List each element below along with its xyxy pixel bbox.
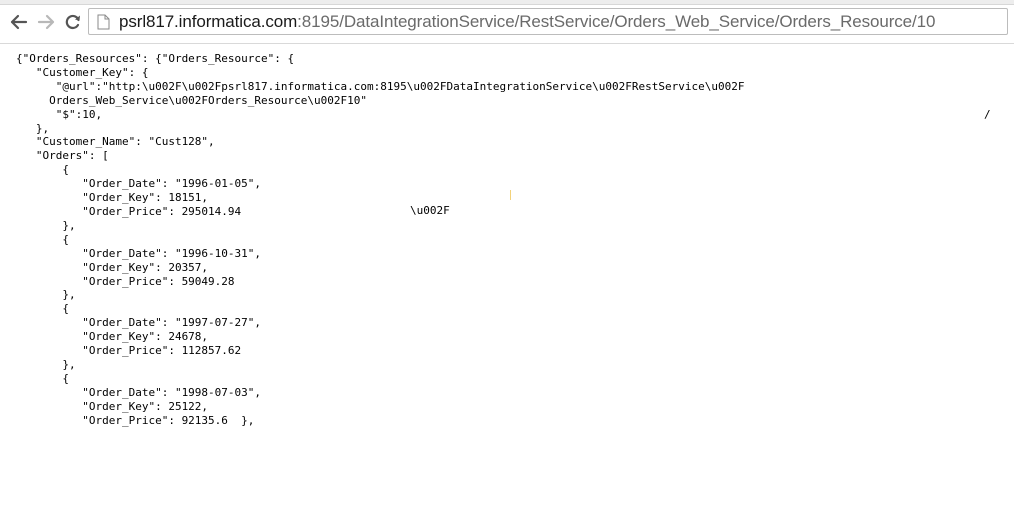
json-line: },: [16, 288, 76, 302]
stray-slash-text: /: [984, 108, 991, 121]
address-bar[interactable]: psrl817.informatica.com:8195/DataIntegra…: [88, 8, 1008, 35]
url-path: :8195/DataIntegrationService/RestService…: [297, 12, 936, 31]
json-line: "Order_Key": 18151,: [16, 191, 209, 205]
json-line: "$":10,: [16, 107, 103, 121]
json-line: "Order_Price": 92135.6 },: [16, 413, 255, 427]
json-line: "Customer_Key": {: [16, 65, 149, 79]
stray-escape-text: \u002F: [410, 204, 450, 217]
json-line: {: [16, 371, 69, 385]
json-line: "Customer_Name": "Cust128",: [16, 135, 215, 149]
forward-button[interactable]: [35, 11, 57, 33]
reload-button[interactable]: [62, 11, 84, 33]
json-line: Orders_Web_Service\u002FOrders_Resource\…: [16, 93, 367, 107]
json-line: {: [16, 302, 69, 316]
json-line: "Order_Date": "1996-10-31",: [16, 246, 262, 260]
json-line: "Order_Price": 59049.28: [16, 274, 235, 288]
text-cursor-mark: [510, 190, 511, 200]
arrow-right-icon: [37, 14, 55, 30]
json-line: "Orders": [: [16, 149, 109, 163]
json-line: },: [16, 357, 76, 371]
json-line: "Order_Price": 112857.62: [16, 344, 242, 358]
json-line: },: [16, 121, 50, 135]
json-line: "Order_Date": "1998-07-03",: [16, 385, 262, 399]
browser-toolbar: psrl817.informatica.com:8195/DataIntegra…: [0, 0, 1014, 44]
page-icon: [97, 14, 110, 30]
json-line: {: [16, 232, 69, 246]
json-line: "Order_Key": 24678,: [16, 330, 209, 344]
json-line: "Order_Key": 20357,: [16, 260, 209, 274]
tab-strip-edge: [0, 0, 1014, 5]
reload-icon: [65, 14, 80, 30]
url-text: psrl817.informatica.com:8195/DataIntegra…: [119, 12, 935, 32]
json-response-body: {"Orders_Resources": {"Orders_Resource":…: [16, 52, 744, 427]
json-line: {: [16, 163, 69, 177]
json-line: "@url":"http:\u002F\u002Fpsrl817.informa…: [16, 79, 745, 93]
url-host: psrl817.informatica.com: [119, 12, 298, 31]
toolbar-divider: [0, 43, 1014, 44]
back-button[interactable]: [8, 11, 30, 33]
json-line: "Order_Key": 25122,: [16, 399, 209, 413]
arrow-left-icon: [10, 14, 28, 30]
json-line: "Order_Date": "1996-01-05",: [16, 177, 262, 191]
json-line: },: [16, 218, 76, 232]
json-line: "Order_Date": "1997-07-27",: [16, 316, 262, 330]
json-line: {"Orders_Resources": {"Orders_Resource":…: [16, 52, 295, 65]
json-line: "Order_Price": 295014.94: [16, 204, 242, 218]
